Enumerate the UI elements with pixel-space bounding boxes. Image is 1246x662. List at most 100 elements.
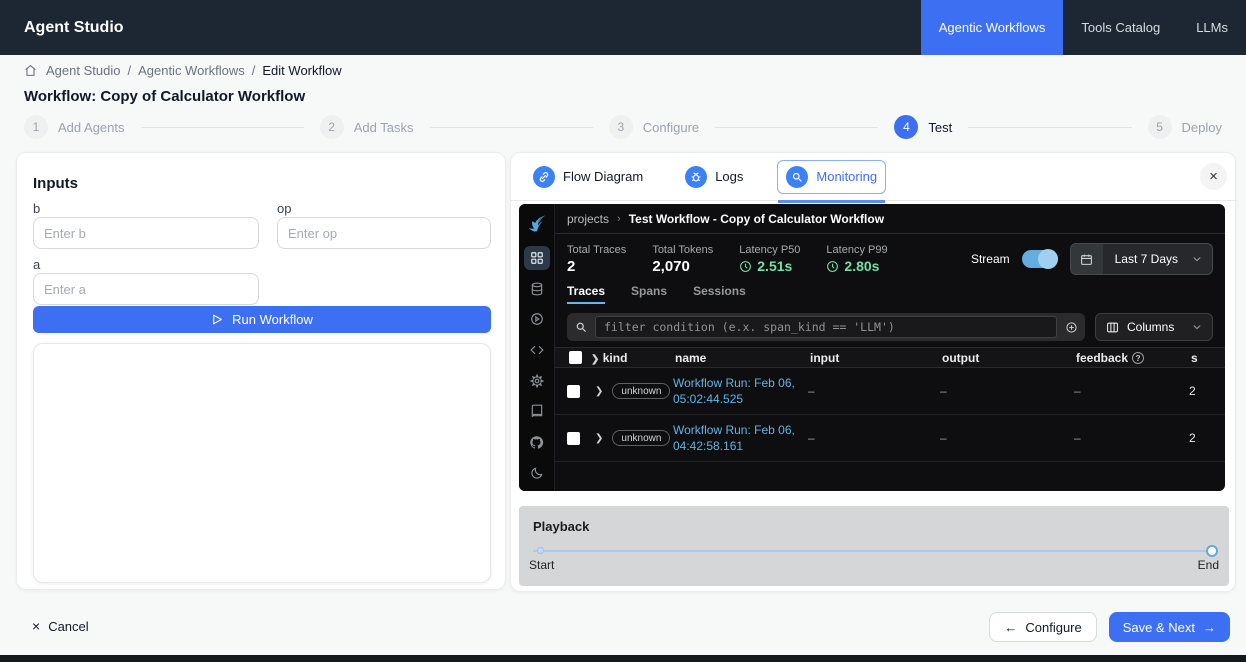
run-icon — [211, 313, 224, 326]
nav-llms[interactable]: LLMs — [1178, 0, 1246, 55]
github-icon[interactable] — [524, 430, 550, 455]
arrow-left-icon: ← — [1004, 620, 1017, 635]
step-test[interactable]: 4 Test — [894, 115, 952, 139]
datasets-icon[interactable] — [524, 276, 550, 301]
step-configure[interactable]: 3 Configure — [609, 115, 699, 139]
inputs-heading: Inputs — [33, 175, 78, 192]
dark-mode-moon-icon[interactable] — [524, 460, 550, 485]
configure-label: Configure — [1025, 620, 1081, 635]
table-row[interactable]: ❯ unknown Workflow Run: Feb 06,05:02:44.5… — [555, 368, 1225, 415]
window-bottom-edge — [0, 655, 1246, 662]
magnifier-icon — [786, 166, 808, 188]
col-name: name — [673, 351, 808, 365]
app-title: Agent Studio — [24, 19, 124, 37]
cell-feedback: – — [1074, 431, 1189, 445]
breadcrumb-separator: / — [252, 63, 256, 78]
docs-book-icon[interactable] — [524, 399, 550, 424]
close-icon: × — [32, 618, 40, 634]
tab-traces[interactable]: Traces — [567, 284, 605, 304]
tab-sessions[interactable]: Sessions — [693, 284, 746, 302]
col-output: output — [940, 351, 1074, 365]
run-workflow-button[interactable]: Run Workflow — [33, 306, 491, 333]
stream-toggle[interactable] — [1022, 250, 1058, 268]
input-a[interactable] — [33, 273, 259, 305]
date-range-value: Last 7 Days — [1103, 252, 1192, 266]
field-label-a: a — [33, 257, 40, 272]
close-viewer-button[interactable]: × — [1200, 163, 1227, 190]
breadcrumb-separator: / — [127, 63, 131, 78]
expand-row-icon[interactable]: ❯ — [595, 433, 603, 444]
viewer-tabs: Flow Diagram Logs Monitoring × — [511, 153, 1237, 201]
col-clipped: s — [1189, 351, 1225, 365]
save-next-button[interactable]: Save & Next → — [1109, 612, 1230, 642]
trace-name-link[interactable]: Workflow Run: Feb 06,04:42:58.161 — [673, 422, 808, 454]
step-deploy[interactable]: 5 Deploy — [1148, 115, 1222, 139]
playback-end-label: End — [1198, 558, 1219, 572]
tab-spans[interactable]: Spans — [631, 284, 667, 302]
apis-code-icon[interactable] — [524, 338, 550, 363]
col-input: input — [808, 351, 940, 365]
table-header-row: ❯ kind name input output feedback? s — [555, 347, 1225, 368]
phoenix-logo-icon[interactable] — [524, 211, 550, 236]
arrow-right-icon: → — [1203, 620, 1216, 635]
input-b[interactable] — [33, 217, 259, 249]
viewer-panel: Flow Diagram Logs Monitoring × — [510, 152, 1236, 592]
projects-crumb[interactable]: projects — [567, 212, 609, 226]
top-header: Agent Studio Agentic Workflows Tools Cat… — [0, 0, 1246, 55]
configure-button[interactable]: ← Configure — [989, 612, 1096, 642]
tab-flow-diagram[interactable]: Flow Diagram — [525, 161, 651, 193]
field-label-b: b — [33, 201, 40, 216]
crumb-chevron: › — [617, 213, 621, 225]
col-kind: kind — [603, 351, 628, 365]
tab-logs[interactable]: Logs — [677, 161, 751, 193]
search-icon — [567, 321, 595, 333]
playground-icon[interactable] — [524, 307, 550, 332]
breadcrumb-current: Edit Workflow — [262, 63, 341, 78]
select-all-checkbox[interactable] — [569, 351, 582, 364]
stream-toggle-knob[interactable] — [1038, 249, 1058, 269]
trace-name-link[interactable]: Workflow Run: Feb 06,05:02:44.525 — [673, 375, 808, 407]
playback-panel: Playback Start End — [519, 506, 1229, 586]
traces-table: ❯ kind name input output feedback? s ❯un… — [555, 347, 1225, 491]
filter-row: Columns — [555, 307, 1225, 347]
step-connector — [430, 127, 593, 128]
input-op[interactable] — [277, 217, 491, 249]
workflow-output-box — [33, 343, 491, 583]
col-feedback: feedback — [1076, 351, 1128, 365]
breadcrumb-item[interactable]: Agentic Workflows — [138, 63, 245, 78]
projects-grid-icon[interactable] — [524, 246, 550, 271]
columns-button[interactable]: Columns — [1095, 313, 1213, 341]
step-add-agents[interactable]: 1 Add Agents — [24, 115, 125, 139]
monitoring-dashboard: projects › Test Workflow - Copy of Calcu… — [519, 204, 1225, 491]
filter-condition-box — [567, 313, 1085, 341]
nav-tools-catalog[interactable]: Tools Catalog — [1063, 0, 1178, 55]
settings-icon[interactable] — [524, 368, 550, 393]
calendar-icon — [1071, 243, 1103, 275]
stat-total-tokens: Total Tokens 2,070 — [652, 244, 713, 275]
kind-badge: unknown — [612, 383, 670, 399]
cell-output: – — [940, 384, 1074, 398]
playback-slider-track[interactable] — [533, 550, 1215, 552]
cancel-button[interactable]: × Cancel — [32, 618, 89, 634]
tab-monitoring[interactable]: Monitoring — [777, 160, 886, 194]
breadcrumb-item[interactable]: Agent Studio — [46, 63, 120, 78]
playback-start-dot[interactable] — [537, 547, 544, 554]
step-connector — [968, 127, 1131, 128]
row-checkbox[interactable] — [567, 385, 580, 398]
nav-agentic-workflows[interactable]: Agentic Workflows — [921, 0, 1064, 55]
filter-condition-input[interactable] — [595, 316, 1057, 338]
expand-row-icon[interactable]: ❯ — [595, 386, 603, 397]
playback-end-handle[interactable] — [1206, 545, 1218, 557]
table-row[interactable]: ❯unknown Workflow Run: Feb 06,04:42:58.1… — [555, 415, 1225, 462]
add-filter-icon[interactable] — [1057, 321, 1085, 334]
clock-icon — [826, 260, 839, 273]
step-add-tasks[interactable]: 2 Add Tasks — [320, 115, 414, 139]
run-workflow-label: Run Workflow — [232, 312, 313, 327]
home-icon — [24, 64, 37, 77]
row-checkbox[interactable] — [567, 432, 580, 445]
save-next-label: Save & Next — [1123, 620, 1195, 635]
stat-latency-p99: Latency P99 2.80s — [826, 244, 887, 274]
date-range-button[interactable]: Last 7 Days — [1070, 243, 1213, 275]
monitoring-controls: Stream Last 7 Days — [971, 243, 1213, 275]
expand-all-icon[interactable]: ❯ — [591, 354, 599, 365]
